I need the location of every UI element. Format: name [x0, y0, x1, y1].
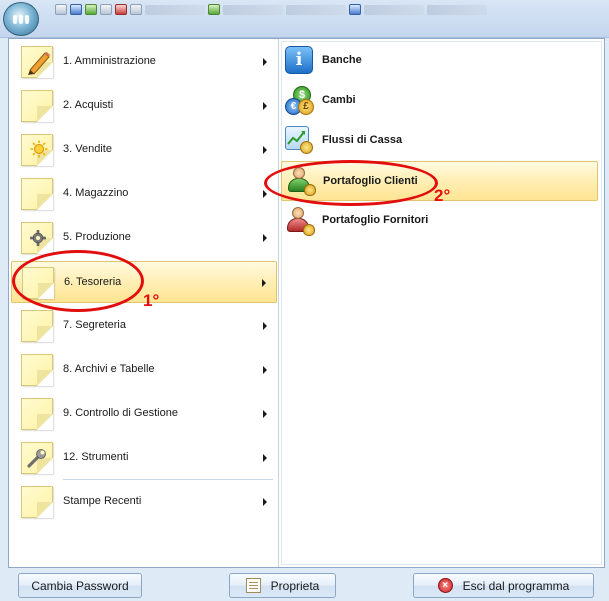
submenu-pane: i Banche $ € £ Cambi Flussi di Cassa Por…: [279, 39, 604, 567]
submenu-arrow-icon: [263, 102, 267, 110]
application-menu-button[interactable]: [3, 2, 39, 36]
menu-item-label: 2. Acquisti: [63, 99, 114, 111]
exit-program-label: Esci dal programma: [462, 578, 570, 593]
menu-item-segreteria[interactable]: 7. Segreteria: [11, 305, 277, 347]
sun-note-icon: [21, 134, 53, 166]
submenu-arrow-icon: [263, 146, 267, 154]
gear-note-icon: [21, 222, 53, 254]
note-icon: [21, 178, 53, 210]
menu-item-stampe-recenti[interactable]: Stampe Recenti: [11, 481, 277, 523]
currency-coins-icon: $ € £: [285, 86, 315, 116]
menu-item-strumenti[interactable]: 12. Strumenti: [11, 437, 277, 479]
submenu-item-flussi-di-cassa[interactable]: Flussi di Cassa: [281, 122, 598, 160]
annotation-label-first: 1°: [143, 291, 160, 310]
quick-access-icon[interactable]: [115, 4, 127, 15]
quick-access-ghost: [145, 5, 205, 15]
quick-access-icon[interactable]: [100, 4, 112, 15]
menu-item-magazzino[interactable]: 4. Magazzino: [11, 173, 277, 215]
menu-item-label: 5. Produzione: [63, 231, 131, 243]
submenu-arrow-icon: [263, 58, 267, 66]
quick-access-ghost: [223, 5, 283, 15]
note-icon: [21, 90, 53, 122]
quick-access-icon[interactable]: [70, 4, 82, 15]
cash-flow-chart-icon: [285, 126, 315, 156]
submenu-item-portafoglio-fornitori[interactable]: Portafoglio Fornitori: [281, 202, 598, 240]
submenu-arrow-icon: [263, 498, 267, 506]
menu-item-label: 1. Amministrazione: [63, 55, 156, 67]
submenu-item-label: Portafoglio Fornitori: [322, 214, 429, 226]
menu-item-label: 3. Vendite: [63, 143, 112, 155]
quick-access-ghost: [286, 5, 346, 15]
submenu-arrow-icon: [263, 234, 267, 242]
annotation-label-second: 2°: [434, 186, 451, 205]
submenu-item-label: Cambi: [322, 94, 356, 106]
menu-item-label: 4. Magazzino: [63, 187, 129, 199]
note-icon: [21, 398, 53, 430]
submenu-arrow-icon: [263, 454, 267, 462]
submenu-item-label: Banche: [322, 54, 362, 66]
note-icon: [21, 486, 53, 518]
submenu-item-banche[interactable]: i Banche: [281, 42, 598, 80]
annotation-ellipse-first: [12, 250, 144, 312]
menu-item-archivi-e-tabelle[interactable]: 8. Archivi e Tabelle: [11, 349, 277, 391]
submenu-item-cambi[interactable]: $ € £ Cambi: [281, 82, 598, 120]
menu-item-label: 12. Strumenti: [63, 451, 129, 463]
quick-access-icon[interactable]: [55, 4, 67, 15]
menu-item-label: 8. Archivi e Tabelle: [63, 363, 155, 375]
app-logo-icon: [13, 14, 29, 24]
info-icon: i: [285, 46, 315, 76]
menu-item-label: 9. Controllo di Gestione: [63, 407, 178, 419]
menu-separator: [63, 479, 273, 480]
submenu-arrow-icon: [262, 279, 266, 287]
properties-label: Proprieta: [270, 578, 320, 593]
quick-access-ghost: [427, 5, 487, 15]
menu-item-label: 7. Segreteria: [63, 319, 126, 331]
pencil-note-icon: [21, 46, 53, 78]
change-password-label: Cambia Password: [31, 578, 129, 593]
properties-button[interactable]: Proprieta: [229, 573, 336, 598]
quick-access-icon[interactable]: [130, 4, 142, 15]
submenu-arrow-icon: [263, 322, 267, 330]
submenu-arrow-icon: [263, 410, 267, 418]
exit-program-button[interactable]: × Esci dal programma: [413, 573, 594, 598]
submenu-arrow-icon: [263, 190, 267, 198]
quick-access-toolbar: [55, 4, 605, 16]
submenu-item-label: Flussi di Cassa: [322, 134, 403, 146]
menu-item-vendite[interactable]: 3. Vendite: [11, 129, 277, 171]
submenu-arrow-icon: [263, 366, 267, 374]
note-icon: [21, 310, 53, 342]
document-icon: [245, 578, 261, 593]
quick-access-icon[interactable]: [85, 4, 97, 15]
menu-item-amministrazione[interactable]: 1. Amministrazione: [11, 41, 277, 83]
supplier-portfolio-icon: [285, 206, 315, 236]
note-icon: [21, 354, 53, 386]
title-bar: [0, 0, 609, 38]
menu-item-controllo-di-gestione[interactable]: 9. Controllo di Gestione: [11, 393, 277, 435]
menu-item-label: Stampe Recenti: [63, 495, 142, 507]
change-password-button[interactable]: Cambia Password: [18, 573, 142, 598]
quick-access-icon[interactable]: [349, 4, 361, 15]
menu-item-acquisti[interactable]: 2. Acquisti: [11, 85, 277, 127]
quick-access-ghost: [364, 5, 424, 15]
close-icon: ×: [437, 578, 453, 593]
wrench-note-icon: [21, 442, 53, 474]
quick-access-icon[interactable]: [208, 4, 220, 15]
annotation-ellipse-second: [264, 160, 438, 206]
